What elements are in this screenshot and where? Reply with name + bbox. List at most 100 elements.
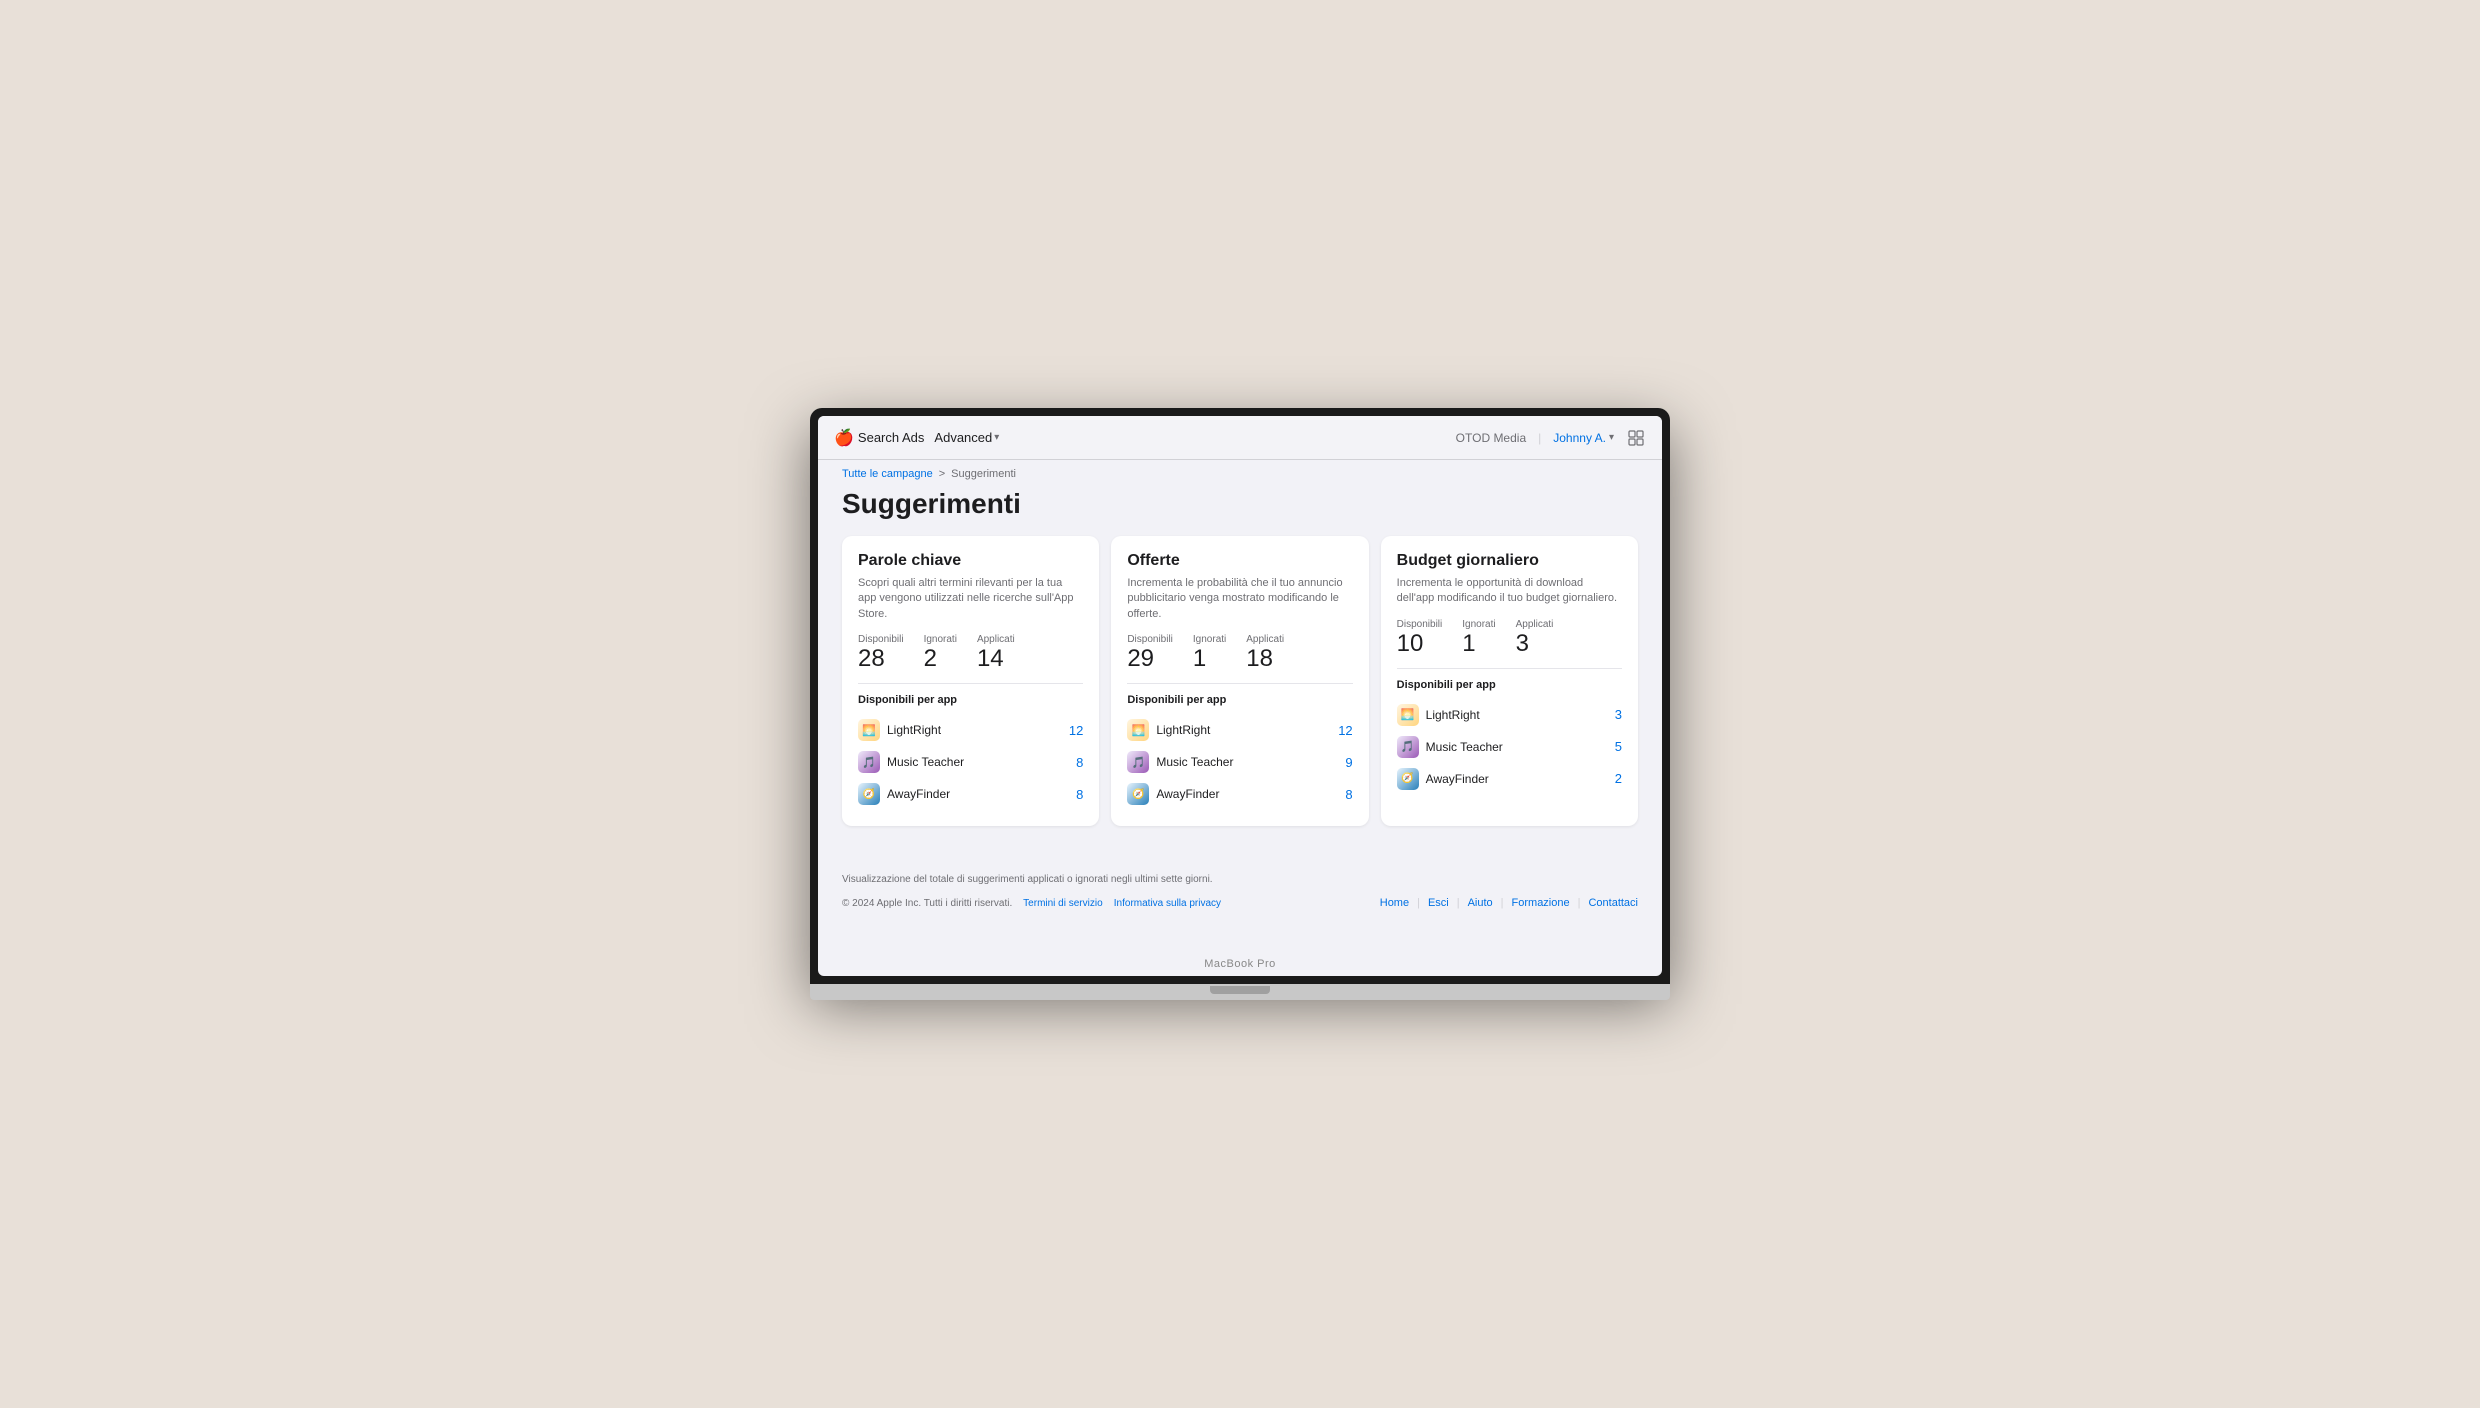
app-count: 3 xyxy=(1615,707,1622,722)
apps-label: Disponibili per app xyxy=(1127,694,1352,706)
advanced-menu-button[interactable]: Advanced ▾ xyxy=(928,428,1005,447)
app-row-awayfinder[interactable]: 🧭 AwayFinder 2 xyxy=(1397,763,1622,795)
privacy-link[interactable]: Informativa sulla privacy xyxy=(1114,898,1221,909)
app-left: 🎵 Music Teacher xyxy=(1127,751,1233,773)
footer-nav-esci[interactable]: Esci xyxy=(1428,897,1449,909)
stat-applied: Applicati 14 xyxy=(977,634,1015,671)
footer-nav-aiuto[interactable]: Aiuto xyxy=(1468,897,1493,909)
divider xyxy=(858,683,1083,684)
app-count: 12 xyxy=(1338,723,1352,738)
footer-nav-home[interactable]: Home xyxy=(1380,897,1409,909)
app-row-lightright[interactable]: 🌅 LightRight 12 xyxy=(1127,714,1352,746)
main-content: Suggerimenti Parole chiave Scopri quali … xyxy=(818,480,1662,866)
footer-sep: | xyxy=(1457,897,1460,909)
breadcrumb-current: Suggerimenti xyxy=(951,468,1016,480)
card-keywords-desc: Scopri quali altri termini rilevanti per… xyxy=(858,576,1083,622)
stat-available: Disponibili 10 xyxy=(1397,619,1443,656)
laptop-wrapper: 🍎 Search Ads Advanced ▾ OTOD Media | Joh… xyxy=(810,408,1670,1000)
org-name: OTOD Media xyxy=(1456,431,1526,445)
laptop-bottom xyxy=(810,984,1670,1000)
card-budget: Budget giornaliero Incrementa le opportu… xyxy=(1381,536,1638,826)
terms-link[interactable]: Termini di servizio xyxy=(1023,898,1102,909)
awayfinder-icon: 🧭 xyxy=(1397,768,1419,790)
footer: Visualizzazione del totale di suggerimen… xyxy=(818,866,1662,925)
laptop-screen: 🍎 Search Ads Advanced ▾ OTOD Media | Joh… xyxy=(810,408,1670,984)
lightright-icon: 🌅 xyxy=(858,719,880,741)
apple-logo-icon: 🍎 xyxy=(834,428,854,448)
footer-left: © 2024 Apple Inc. Tutti i diritti riserv… xyxy=(842,898,1221,909)
card-offerte-title: Offerte xyxy=(1127,552,1352,570)
divider xyxy=(1127,683,1352,684)
app-name: LightRight xyxy=(1156,723,1210,737)
app-left: 🎵 Music Teacher xyxy=(1397,736,1503,758)
nav-separator: | xyxy=(1538,431,1541,445)
ignored-label: Ignorati xyxy=(1193,634,1226,645)
laptop-notch xyxy=(1210,986,1270,994)
available-value: 29 xyxy=(1127,647,1173,671)
app-row-musicteacher[interactable]: 🎵 Music Teacher 8 xyxy=(858,746,1083,778)
breadcrumb-campaigns-link[interactable]: Tutte le campagne xyxy=(842,468,933,480)
app-name: AwayFinder xyxy=(1426,772,1489,786)
breadcrumb: Tutte le campagne > Suggerimenti xyxy=(818,460,1662,480)
available-value: 10 xyxy=(1397,632,1443,656)
chevron-down-icon: ▾ xyxy=(994,432,999,443)
footer-bottom: © 2024 Apple Inc. Tutti i diritti riserv… xyxy=(842,897,1638,909)
app-row-awayfinder[interactable]: 🧭 AwayFinder 8 xyxy=(858,778,1083,810)
apps-label: Disponibili per app xyxy=(1397,679,1622,691)
app-row-musicteacher[interactable]: 🎵 Music Teacher 9 xyxy=(1127,746,1352,778)
footer-nav-formazione[interactable]: Formazione xyxy=(1512,897,1570,909)
user-name-label: Johnny A. xyxy=(1553,431,1606,445)
footer-nav-contattaci[interactable]: Contattaci xyxy=(1588,897,1638,909)
awayfinder-icon: 🧭 xyxy=(1127,783,1149,805)
app-name: Music Teacher xyxy=(887,755,964,769)
advanced-label: Advanced xyxy=(934,430,992,445)
cards-grid: Parole chiave Scopri quali altri termini… xyxy=(842,536,1638,826)
app-count: 9 xyxy=(1345,755,1352,770)
app-count: 8 xyxy=(1345,787,1352,802)
footer-sep: | xyxy=(1417,897,1420,909)
nav-bar: 🍎 Search Ads Advanced ▾ OTOD Media | Joh… xyxy=(818,416,1662,460)
app-count: 5 xyxy=(1615,739,1622,754)
card-keywords: Parole chiave Scopri quali altri termini… xyxy=(842,536,1099,826)
nav-left: 🍎 Search Ads Advanced ▾ xyxy=(834,428,1005,448)
applied-value: 14 xyxy=(977,647,1015,671)
musicteacher-icon: 🎵 xyxy=(858,751,880,773)
app-count: 2 xyxy=(1615,771,1622,786)
app-left: 🎵 Music Teacher xyxy=(858,751,964,773)
stat-applied: Applicati 3 xyxy=(1516,619,1554,656)
app-left: 🌅 LightRight xyxy=(1127,719,1210,741)
ignored-value: 1 xyxy=(1193,647,1226,671)
app-row-lightright[interactable]: 🌅 LightRight 3 xyxy=(1397,699,1622,731)
app-left: 🌅 LightRight xyxy=(858,719,941,741)
stat-ignored: Ignorati 1 xyxy=(1462,619,1495,656)
available-label: Disponibili xyxy=(1397,619,1443,630)
divider xyxy=(1397,668,1622,669)
ignored-label: Ignorati xyxy=(1462,619,1495,630)
layout-toggle-icon[interactable] xyxy=(1626,428,1646,448)
stat-available: Disponibili 29 xyxy=(1127,634,1173,671)
user-menu-button[interactable]: Johnny A. ▾ xyxy=(1553,431,1614,445)
applied-label: Applicati xyxy=(1516,619,1554,630)
stat-available: Disponibili 28 xyxy=(858,634,904,671)
app-row-awayfinder[interactable]: 🧭 AwayFinder 8 xyxy=(1127,778,1352,810)
page-title: Suggerimenti xyxy=(842,488,1638,520)
applied-value: 3 xyxy=(1516,632,1554,656)
screen-inner: 🍎 Search Ads Advanced ▾ OTOD Media | Joh… xyxy=(818,416,1662,976)
card-offerte-stats: Disponibili 29 Ignorati 1 Applicati 18 xyxy=(1127,634,1352,671)
available-value: 28 xyxy=(858,647,904,671)
applied-label: Applicati xyxy=(1246,634,1284,645)
nav-right: OTOD Media | Johnny A. ▾ xyxy=(1456,428,1646,448)
app-row-lightright[interactable]: 🌅 LightRight 12 xyxy=(858,714,1083,746)
card-offerte: Offerte Incrementa le probabilità che il… xyxy=(1111,536,1368,826)
card-keywords-title: Parole chiave xyxy=(858,552,1083,570)
app-name: AwayFinder xyxy=(887,787,950,801)
search-ads-label: Search Ads xyxy=(858,430,925,445)
macbook-label: MacBook Pro xyxy=(1204,958,1276,970)
app-row-musicteacher[interactable]: 🎵 Music Teacher 5 xyxy=(1397,731,1622,763)
app-count: 8 xyxy=(1076,755,1083,770)
available-label: Disponibili xyxy=(1127,634,1173,645)
footer-note: Visualizzazione del totale di suggerimen… xyxy=(842,874,1638,885)
copyright-text: © 2024 Apple Inc. Tutti i diritti riserv… xyxy=(842,898,1012,909)
app-count: 12 xyxy=(1069,723,1083,738)
stat-applied: Applicati 18 xyxy=(1246,634,1284,671)
